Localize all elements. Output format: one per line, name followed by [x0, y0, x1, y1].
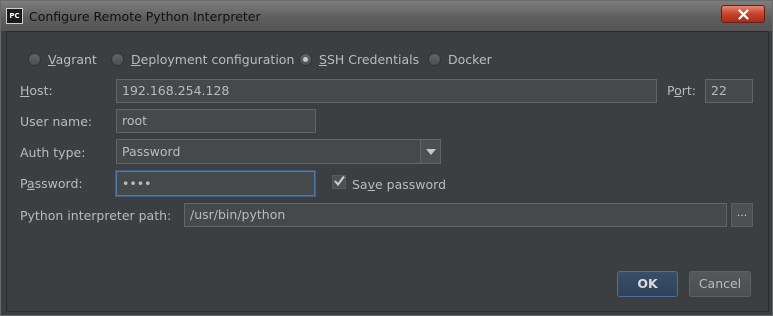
- host-label: Host:: [20, 83, 53, 98]
- username-input[interactable]: root: [116, 109, 316, 133]
- username-label: User name:: [20, 114, 93, 129]
- radio-docker-label: Docker: [448, 52, 492, 67]
- save-password-checkbox[interactable]: [332, 175, 346, 189]
- radio-button-icon: [28, 53, 41, 66]
- radio-ssh-label: SSH Credentials: [319, 52, 420, 67]
- password-input[interactable]: ••••: [116, 171, 315, 196]
- save-password-label[interactable]: Save password: [352, 177, 446, 192]
- radio-button-icon: [428, 53, 441, 66]
- window-title: Configure Remote Python Interpreter: [29, 9, 261, 24]
- close-icon: [738, 9, 749, 20]
- host-input[interactable]: 192.168.254.128: [116, 79, 657, 103]
- pycharm-app-icon: PC: [6, 8, 23, 24]
- radio-button-selected-icon: [299, 53, 312, 66]
- ok-button[interactable]: OK: [617, 271, 678, 297]
- checkmark-icon: [334, 175, 345, 187]
- port-label: Port:: [667, 83, 697, 98]
- auth-type-label: Auth type:: [20, 145, 86, 160]
- interpreter-path-input[interactable]: /usr/bin/python: [184, 203, 727, 227]
- radio-button-icon: [111, 53, 124, 66]
- radio-deployment-label: Deployment configuration: [131, 52, 295, 67]
- browse-button[interactable]: ...: [731, 203, 753, 227]
- port-input[interactable]: 22: [705, 79, 753, 103]
- chevron-down-icon[interactable]: [420, 139, 441, 164]
- title-bar[interactable]: PC Configure Remote Python Interpreter: [1, 1, 772, 31]
- cancel-button[interactable]: Cancel: [689, 271, 751, 297]
- password-label: Password:: [20, 176, 83, 191]
- close-button[interactable]: [721, 5, 765, 23]
- interpreter-path-label: Python interpreter path:: [20, 208, 172, 223]
- radio-vagrant-label: Vagrant: [48, 52, 97, 67]
- auth-type-select[interactable]: Password: [116, 139, 421, 164]
